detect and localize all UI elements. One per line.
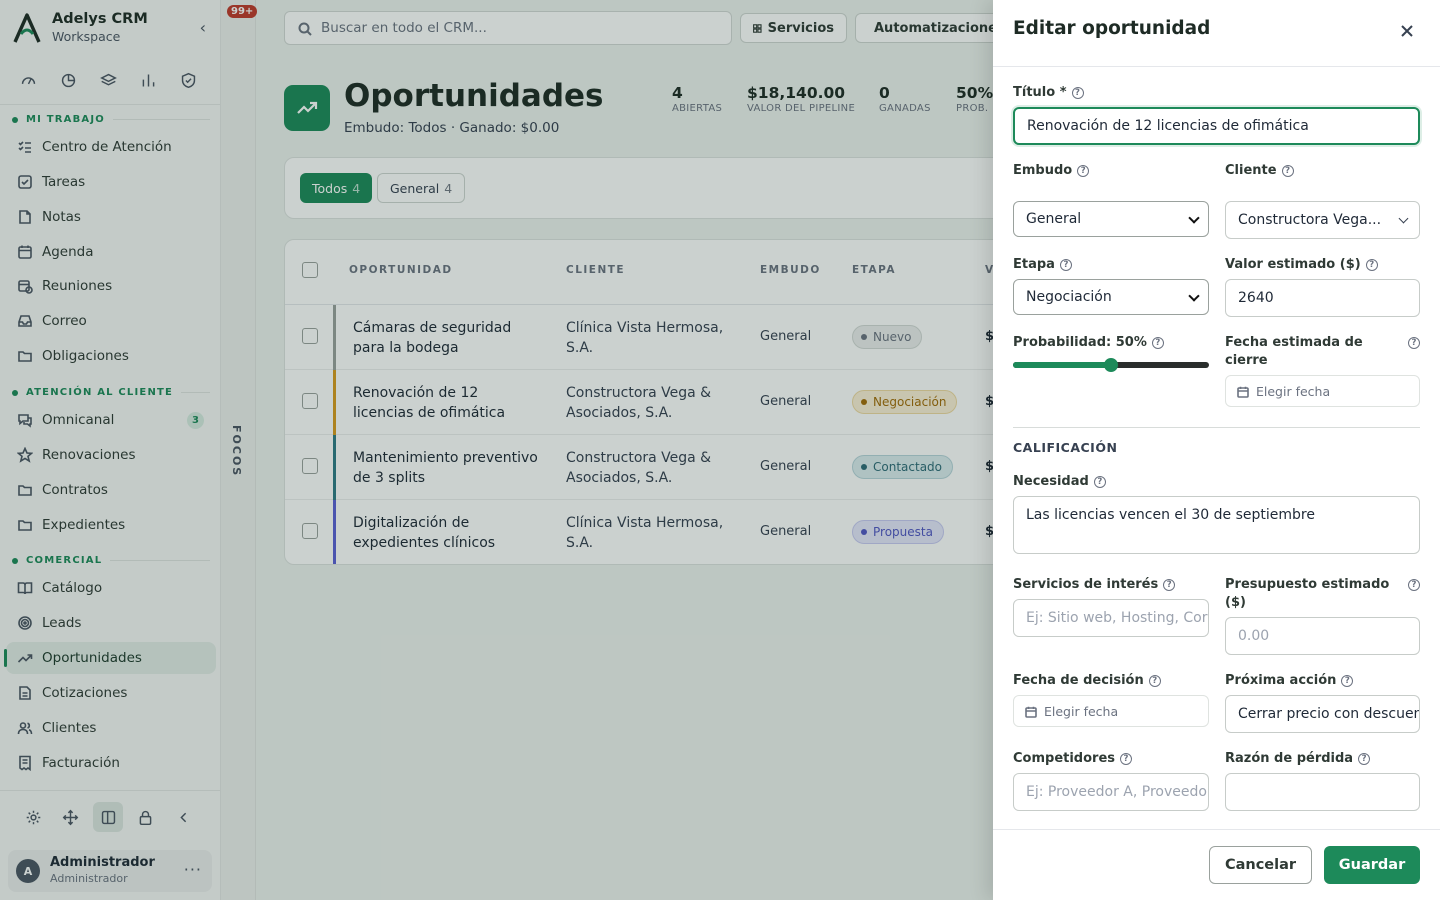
help-icon: ? [1365, 259, 1378, 271]
help-icon: ? [1151, 337, 1164, 349]
help-icon: ? [1163, 579, 1176, 591]
etapa-select[interactable]: Negociación [1013, 279, 1209, 315]
help-icon: ? [1408, 579, 1420, 591]
fecha-cierre-input[interactable]: Elegir fecha [1225, 375, 1420, 407]
razon-perdida-input[interactable] [1225, 773, 1420, 811]
calendar-icon [1237, 386, 1249, 398]
help-icon: ? [1120, 753, 1133, 765]
proxima-accion-input[interactable]: Cerrar precio con descuento [1225, 695, 1420, 733]
embudo-select[interactable]: General [1013, 201, 1209, 237]
help-icon: ? [1077, 165, 1090, 177]
divider [993, 66, 1440, 67]
cliente-label: Cliente? [1225, 162, 1294, 180]
fecha-decision-input[interactable]: Elegir fecha [1013, 695, 1209, 727]
presupuesto-label: Presupuesto estimado ($)? [1225, 576, 1420, 612]
divider [1013, 427, 1420, 428]
help-icon: ? [1408, 337, 1420, 349]
embudo-label: Embudo? [1013, 162, 1090, 180]
competidores-label: Competidores? [1013, 750, 1133, 768]
necesidad-label: Necesidad? [1013, 473, 1106, 491]
valor-label: Valor estimado ($)? [1225, 256, 1378, 274]
slider-thumb[interactable] [1104, 358, 1118, 372]
cliente-select[interactable]: Constructora Vega... [1225, 201, 1420, 239]
presupuesto-input[interactable]: 0.00 [1225, 617, 1420, 655]
help-icon: ? [1341, 675, 1354, 687]
razon-perdida-label: Razón de pérdida? [1225, 750, 1371, 768]
calendar-icon [1025, 706, 1037, 718]
save-button[interactable]: Guardar [1324, 846, 1420, 884]
probabilidad-slider[interactable] [1013, 358, 1209, 372]
help-icon: ? [1093, 476, 1106, 488]
etapa-label: Etapa? [1013, 256, 1072, 274]
necesidad-textarea[interactable]: Las licencias vencen el 30 de septiembre [1013, 496, 1420, 554]
servicios-interes-input[interactable]: Ej: Sitio web, Hosting, Correo [1013, 599, 1209, 637]
fecha-cierre-label: Fecha estimada de cierre? [1225, 334, 1420, 370]
help-icon: ? [1059, 259, 1072, 271]
help-icon: ? [1281, 165, 1294, 177]
proxima-accion-label: Próxima acción? [1225, 672, 1354, 690]
valor-estimado-input[interactable]: 2640 [1225, 279, 1420, 317]
calificacion-section-title: CALIFICACIÓN [1013, 440, 1118, 455]
titulo-label: Título *? [1013, 84, 1084, 102]
edit-opportunity-drawer: Editar oportunidad Título *? Renovación … [993, 0, 1440, 900]
drawer-title: Editar oportunidad [1013, 18, 1211, 39]
divider [993, 829, 1440, 830]
modal-backdrop[interactable] [0, 0, 993, 900]
servicios-label: Servicios de interés? [1013, 576, 1176, 594]
cancel-button[interactable]: Cancelar [1209, 846, 1312, 884]
help-icon: ? [1148, 675, 1161, 687]
close-icon[interactable] [1398, 22, 1416, 40]
slider-fill [1013, 362, 1111, 368]
help-icon: ? [1358, 753, 1371, 765]
titulo-input[interactable]: Renovación de 12 licencias de ofimática [1013, 107, 1420, 145]
help-icon: ? [1071, 87, 1084, 99]
probabilidad-label: Probabilidad: 50%? [1013, 334, 1164, 352]
competidores-input[interactable]: Ej: Proveedor A, Proveedor B [1013, 773, 1209, 811]
fecha-decision-label: Fecha de decisión? [1013, 672, 1161, 690]
